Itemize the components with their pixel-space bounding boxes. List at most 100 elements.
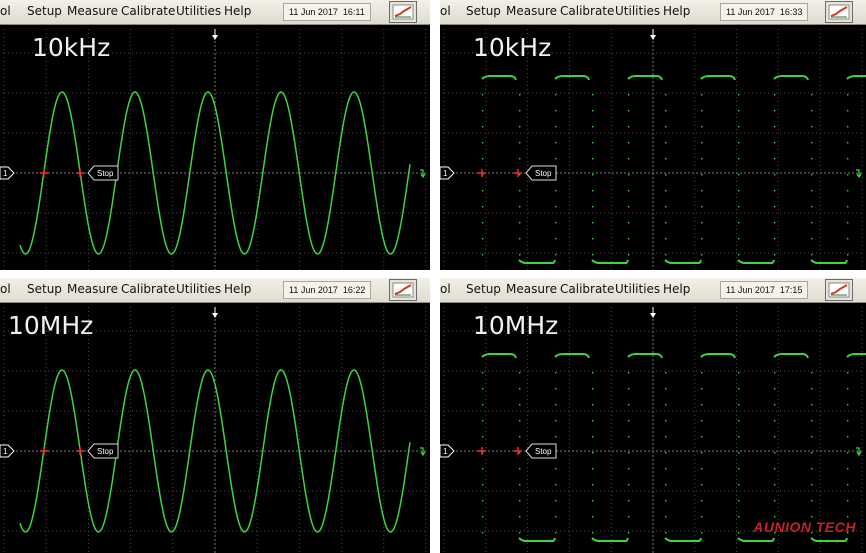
edge-sample-dot	[811, 436, 813, 438]
edge-sample-dot	[519, 372, 521, 374]
autoscale-icon	[828, 4, 850, 20]
time-text: 16:33	[779, 7, 803, 17]
menu-control-fragment[interactable]: ol	[440, 282, 451, 296]
edge-sample-dot	[847, 158, 849, 160]
edge-sample-dot	[628, 174, 630, 176]
menu-bar: ol Setup Measure Calibrate Utilities Hel…	[440, 278, 866, 303]
menu-calibrate[interactable]: Calibrate	[121, 4, 175, 18]
scope-panel-top-left: ol Setup Measure Calibrate Utilities Hel…	[0, 0, 430, 270]
edge-sample-dot	[628, 158, 630, 160]
edge-sample-dot	[519, 126, 521, 128]
edge-sample-dot	[701, 94, 703, 96]
edge-sample-dot	[482, 94, 484, 96]
edge-sample-dot	[701, 110, 703, 112]
menu-setup[interactable]: Setup	[27, 282, 62, 296]
stop-indicator: Stop	[525, 165, 557, 181]
menu-control-fragment[interactable]: ol	[0, 4, 11, 18]
menu-utilities[interactable]: Utilities	[615, 282, 660, 296]
autoscale-button[interactable]	[389, 279, 417, 301]
edge-sample-dot	[592, 238, 594, 240]
edge-sample-dot	[738, 126, 740, 128]
channel-ground-marker: 1	[440, 166, 455, 180]
edge-sample-dot	[701, 468, 703, 470]
menu-help[interactable]: Help	[224, 4, 251, 18]
edge-sample-dot	[555, 222, 557, 224]
menu-measure[interactable]: Measure	[506, 282, 557, 296]
menu-measure[interactable]: Measure	[67, 4, 118, 18]
edge-sample-dot	[482, 404, 484, 406]
edge-sample-dot	[811, 190, 813, 192]
menu-help[interactable]: Help	[663, 4, 690, 18]
edge-sample-dot	[811, 404, 813, 406]
menu-setup[interactable]: Setup	[466, 4, 501, 18]
edge-sample-dot	[665, 174, 667, 176]
autoscale-button[interactable]	[825, 279, 853, 301]
edge-sample-dot	[701, 126, 703, 128]
menu-calibrate[interactable]: Calibrate	[121, 282, 175, 296]
menu-calibrate[interactable]: Calibrate	[560, 282, 614, 296]
menu-utilities[interactable]: Utilities	[615, 4, 660, 18]
edge-sample-dot	[519, 436, 521, 438]
menu-utilities[interactable]: Utilities	[176, 4, 221, 18]
edge-sample-dot	[665, 452, 667, 454]
edge-sample-dot	[482, 126, 484, 128]
trigger-level-arrow	[420, 169, 426, 179]
edge-sample-dot	[555, 500, 557, 502]
edge-sample-dot	[628, 142, 630, 144]
menu-calibrate[interactable]: Calibrate	[560, 4, 614, 18]
edge-sample-dot	[592, 126, 594, 128]
edge-sample-dot	[774, 142, 776, 144]
edge-sample-dot	[519, 388, 521, 390]
menu-setup[interactable]: Setup	[27, 4, 62, 18]
edge-sample-dot	[701, 388, 703, 390]
date-text: 11 Jun 2017	[289, 7, 338, 17]
menu-bar: ol Setup Measure Calibrate Utilities Hel…	[0, 278, 430, 303]
edge-sample-dot	[482, 516, 484, 518]
edge-sample-dot	[628, 206, 630, 208]
edge-sample-dot	[482, 222, 484, 224]
menu-help[interactable]: Help	[663, 282, 690, 296]
menu-setup[interactable]: Setup	[466, 282, 501, 296]
edge-sample-dot	[555, 94, 557, 96]
edge-sample-dot	[555, 404, 557, 406]
edge-sample-dot	[665, 238, 667, 240]
panel-divider-horizontal	[0, 270, 866, 278]
edge-sample-dot	[628, 532, 630, 534]
edge-sample-dot	[482, 142, 484, 144]
edge-sample-dot	[665, 126, 667, 128]
time-text: 17:15	[779, 285, 803, 295]
waveform-trace: 1 Stop	[440, 353, 866, 542]
autoscale-button[interactable]	[825, 1, 853, 23]
edge-sample-dot	[701, 484, 703, 486]
menu-control-fragment[interactable]: ol	[440, 4, 451, 18]
edge-sample-dot	[738, 516, 740, 518]
menu-help[interactable]: Help	[224, 282, 251, 296]
edge-sample-dot	[811, 222, 813, 224]
edge-sample-dot	[738, 94, 740, 96]
marker-crosshair	[76, 169, 84, 177]
menu-control-fragment[interactable]: ol	[0, 282, 11, 296]
edge-sample-dot	[592, 452, 594, 454]
edge-sample-dot	[592, 206, 594, 208]
edge-sample-dot	[482, 254, 484, 256]
edge-sample-dot	[592, 484, 594, 486]
menu-measure[interactable]: Measure	[506, 4, 557, 18]
menu-utilities[interactable]: Utilities	[176, 282, 221, 296]
edge-sample-dot	[628, 436, 630, 438]
edge-sample-dot	[701, 516, 703, 518]
edge-sample-dot	[847, 372, 849, 374]
edge-sample-dot	[774, 420, 776, 422]
edge-sample-dot	[774, 238, 776, 240]
edge-sample-dot	[555, 484, 557, 486]
edge-sample-dot	[519, 190, 521, 192]
scope-screen: 1 Stop 10MHz AUNION TECH	[440, 303, 866, 553]
autoscale-button[interactable]	[389, 1, 417, 23]
channel-ground-marker: 1	[440, 444, 455, 458]
edge-sample-dot	[738, 238, 740, 240]
stop-label: Stop	[97, 169, 114, 178]
menu-measure[interactable]: Measure	[67, 282, 118, 296]
edge-sample-dot	[847, 206, 849, 208]
edge-sample-dot	[482, 420, 484, 422]
edge-sample-dot	[555, 516, 557, 518]
edge-sample-dot	[701, 238, 703, 240]
